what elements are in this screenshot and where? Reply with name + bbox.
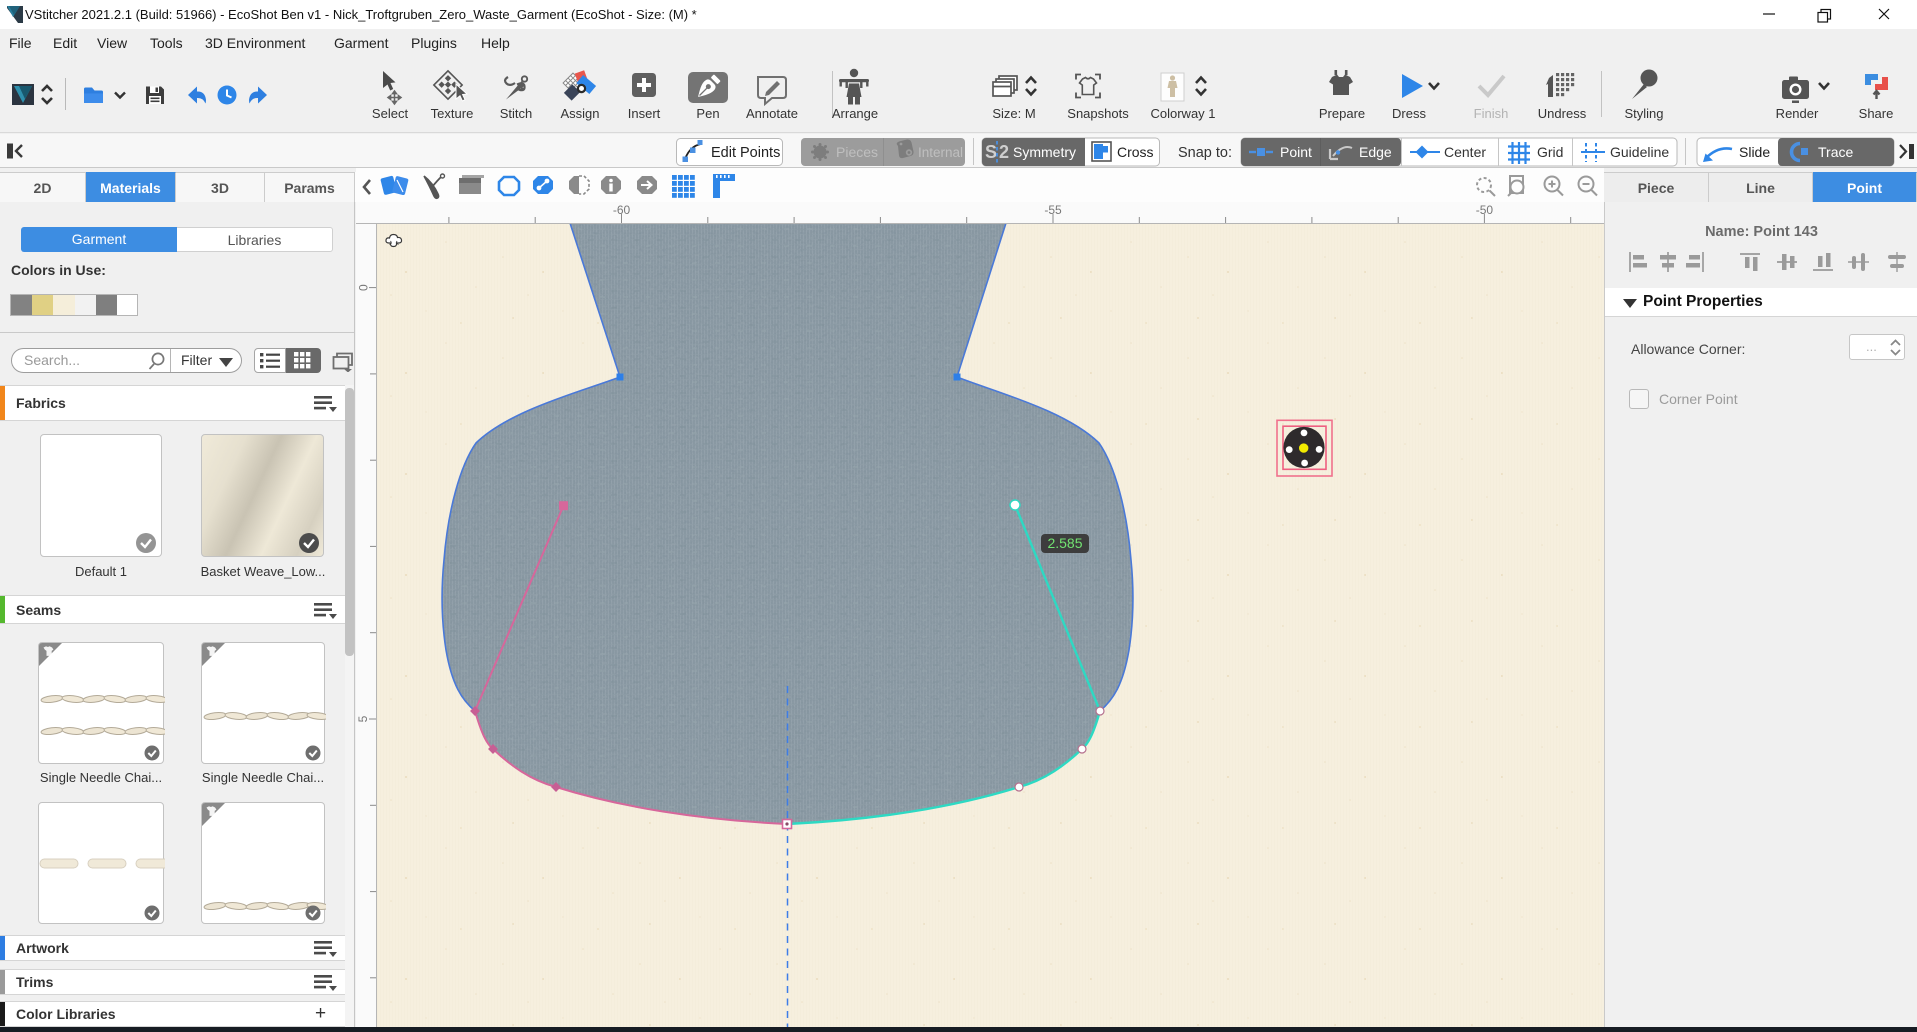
svg-text:Center: Center — [1444, 144, 1486, 160]
svg-text:Guideline: Guideline — [1610, 144, 1669, 160]
svg-text:2: 2 — [999, 142, 1009, 162]
svg-text:Edge: Edge — [1359, 144, 1392, 160]
svg-text:Trace: Trace — [1818, 144, 1853, 160]
svg-text:-50: -50 — [1476, 203, 1494, 217]
svg-text:-60: -60 — [613, 203, 631, 217]
svg-text:Pieces: Pieces — [836, 144, 878, 160]
svg-text:0: 0 — [356, 284, 370, 291]
svg-text:Grid: Grid — [1537, 144, 1563, 160]
svg-text:S: S — [985, 142, 997, 162]
svg-text:Symmetry: Symmetry — [1013, 144, 1076, 160]
svg-text:Cross: Cross — [1117, 144, 1154, 160]
svg-text:Slide: Slide — [1739, 144, 1770, 160]
svg-text:Edit Points: Edit Points — [711, 145, 780, 161]
svg-text:Snap to:: Snap to: — [1178, 145, 1232, 161]
svg-text:Internal: Internal — [918, 145, 963, 160]
svg-text:2.585: 2.585 — [1047, 535, 1082, 551]
svg-text:-55: -55 — [1044, 203, 1062, 217]
svg-text:5: 5 — [356, 715, 370, 722]
svg-text:Point: Point — [1280, 144, 1312, 160]
